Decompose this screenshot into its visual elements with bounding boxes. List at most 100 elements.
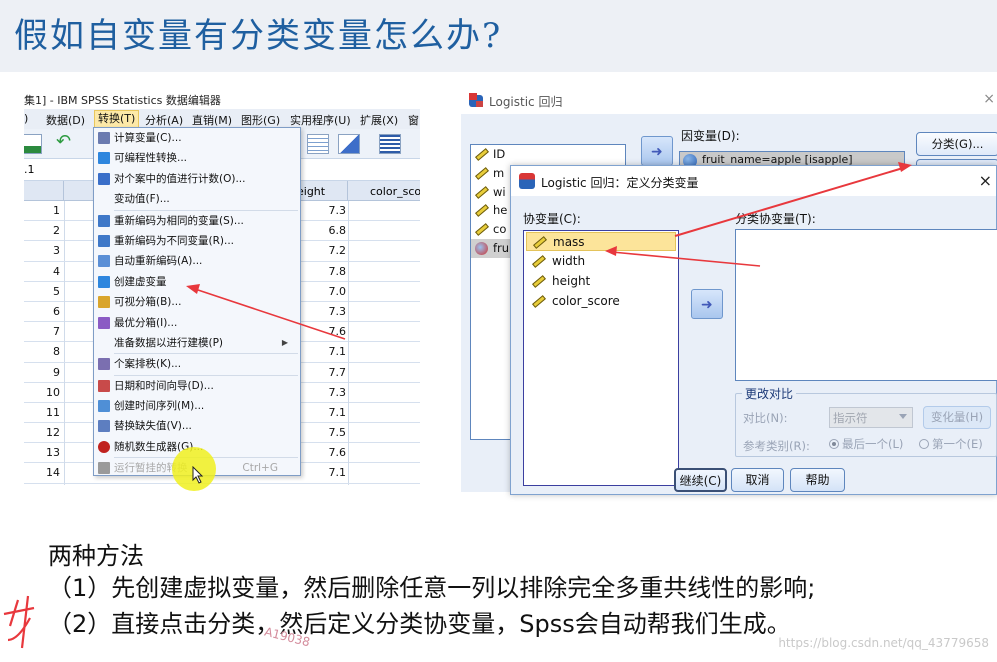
grid-line	[348, 483, 349, 485]
menu-item[interactable]: 创建虚变量	[94, 272, 300, 292]
menu-item[interactable]: 计算变量(C)...	[94, 128, 300, 148]
transform-menu: 计算变量(C)... 可编程性转换... 对个案中的值进行计数(O)... 变动值(F…	[93, 127, 301, 476]
categorical-button[interactable]: 分类(G)...	[916, 132, 997, 156]
menu-item[interactable]: 准备数据以进行建模(P) ▶	[94, 333, 300, 353]
menu-item[interactable]: 最优分箱(I)...	[94, 313, 300, 333]
cell-height[interactable]: 7.1	[304, 406, 347, 419]
cell-height[interactable]: 7.2	[304, 244, 347, 257]
col-header-color-score[interactable]: color_sco	[348, 181, 420, 201]
save-icon[interactable]	[24, 134, 42, 154]
grid-line	[64, 342, 65, 363]
row-number[interactable]: 1	[24, 204, 62, 217]
menu-item[interactable]: 可视分箱(B)...	[94, 292, 300, 312]
categorical-covariates-list[interactable]	[735, 229, 997, 381]
cell-height[interactable]: 7.0	[304, 285, 347, 298]
continue-button[interactable]: 继续(C)	[674, 468, 727, 492]
menu-utilities[interactable]: 实用程序(U)	[290, 112, 351, 128]
menu-partial[interactable]: )	[24, 112, 28, 125]
menu-item[interactable]: 替换缺失值(V)...	[94, 416, 300, 436]
ref-last-radio[interactable]: 最后一个(L)	[829, 436, 903, 452]
menu-item-label: 可视分箱(B)...	[114, 296, 182, 309]
grid-line	[64, 221, 65, 242]
grid-line	[348, 322, 349, 343]
contrast-value: 指示符	[833, 411, 868, 425]
col-header-height[interactable]: eight	[294, 181, 348, 201]
row-number[interactable]: 14	[24, 466, 62, 479]
menu-item[interactable]: 重新编码为不同变量(R)...	[94, 231, 300, 251]
split-file-icon[interactable]	[379, 134, 401, 154]
menubar: ) 数据(D) 转换(T) 分析(A) 直销(M) 图形(G) 实用程序(U) …	[24, 109, 420, 129]
cell-height[interactable]: 7.6	[304, 325, 347, 338]
undo-icon[interactable]: ↶	[56, 131, 78, 152]
menu-extensions[interactable]: 扩展(X)	[360, 112, 398, 128]
menu-transform[interactable]: 转换(T)	[94, 110, 140, 128]
cell-height[interactable]: 7.7	[304, 366, 347, 379]
ref-first-label: 第一个(E)	[932, 437, 983, 451]
move-to-categorical-button[interactable]: ➜	[691, 289, 723, 319]
cell-height[interactable]: 7.8	[304, 265, 347, 278]
menu-item[interactable]: 变动值(F)...	[94, 189, 300, 209]
row-number[interactable]: 4	[24, 265, 62, 278]
menu-item-label: 创建时间序列(M)...	[114, 400, 205, 413]
slide-header: 假如自变量有分类变量怎么办?	[0, 0, 997, 72]
menu-item[interactable]: 对个案中的值进行计数(O)...	[94, 169, 300, 189]
row-number[interactable]: 2	[24, 224, 62, 237]
insert-variable-icon[interactable]	[338, 134, 360, 154]
menu-item[interactable]: 日期和时间向导(D)...	[94, 376, 300, 396]
menu-item[interactable]: 个案排秩(K)...	[94, 354, 300, 374]
menu-item[interactable]: 创建时间序列(M)...	[94, 396, 300, 416]
menu-item[interactable]: 重新编码为相同的变量(S)...	[94, 211, 300, 231]
move-to-dependent-button[interactable]: ➜	[641, 136, 673, 166]
menu-direct-marketing[interactable]: 直销(M)	[192, 112, 232, 128]
row-number[interactable]: 10	[24, 386, 62, 399]
change-button[interactable]: 变化量(H)	[923, 406, 991, 429]
cell-height[interactable]: 7.3	[304, 386, 347, 399]
menu-item[interactable]: 可编程性转换...	[94, 148, 300, 168]
row-number[interactable]: 6	[24, 305, 62, 318]
row-number[interactable]: 7	[24, 325, 62, 338]
grid-line	[64, 483, 65, 485]
cell-height[interactable]: 6.8	[304, 224, 347, 237]
cell-height[interactable]: 7.1	[304, 466, 347, 479]
grid-line	[64, 402, 65, 423]
variable-name: he	[493, 203, 508, 218]
covariate-item[interactable]: color_score	[526, 292, 676, 311]
table-row[interactable]: 157.2	[24, 483, 420, 485]
close-icon[interactable]: ×	[979, 171, 992, 190]
scale-variable-icon	[532, 255, 546, 268]
row-number[interactable]: 9	[24, 366, 62, 379]
help-button[interactable]: 帮助	[790, 468, 845, 492]
cell-height[interactable]: 7.6	[304, 446, 347, 459]
row-number[interactable]: 11	[24, 406, 62, 419]
menu-item[interactable]: 自动重新编码(A)...	[94, 251, 300, 271]
menu-analyze[interactable]: 分析(A)	[145, 112, 183, 128]
scale-variable-icon	[475, 166, 489, 180]
covariate-item[interactable]: width	[526, 252, 676, 271]
scale-variable-icon	[532, 295, 546, 308]
covariate-item[interactable]: height	[526, 272, 676, 291]
menu-graphs[interactable]: 图形(G)	[241, 112, 280, 128]
cell-height[interactable]: 7.3	[304, 204, 347, 217]
cell-height[interactable]: 7.3	[304, 305, 347, 318]
row-number[interactable]: 3	[24, 244, 62, 257]
contrast-select[interactable]: 指示符	[829, 407, 913, 428]
covariates-list[interactable]: mass width height color_score	[523, 230, 679, 486]
cell-height[interactable]: 7.1	[304, 345, 347, 358]
covariate-item[interactable]: mass	[526, 232, 676, 251]
row-number[interactable]: 12	[24, 426, 62, 439]
menu-window[interactable]: 窗	[408, 112, 419, 128]
radio-icon	[829, 439, 839, 449]
insert-cases-icon[interactable]	[307, 134, 329, 154]
grid-line	[64, 281, 65, 302]
menu-data[interactable]: 数据(D)	[46, 112, 85, 128]
variable-item[interactable]: ID	[471, 145, 625, 164]
ref-first-radio[interactable]: 第一个(E)	[919, 436, 983, 452]
radio-icon	[919, 439, 929, 449]
close-icon[interactable]: ×	[983, 91, 995, 107]
row-number[interactable]: 5	[24, 285, 62, 298]
cancel-button[interactable]: 取消	[731, 468, 784, 492]
row-number[interactable]: 8	[24, 345, 62, 358]
cell-height[interactable]: 7.5	[304, 426, 347, 439]
menu-item-label: 个案排秩(K)...	[114, 358, 182, 371]
row-number[interactable]: 13	[24, 446, 62, 459]
